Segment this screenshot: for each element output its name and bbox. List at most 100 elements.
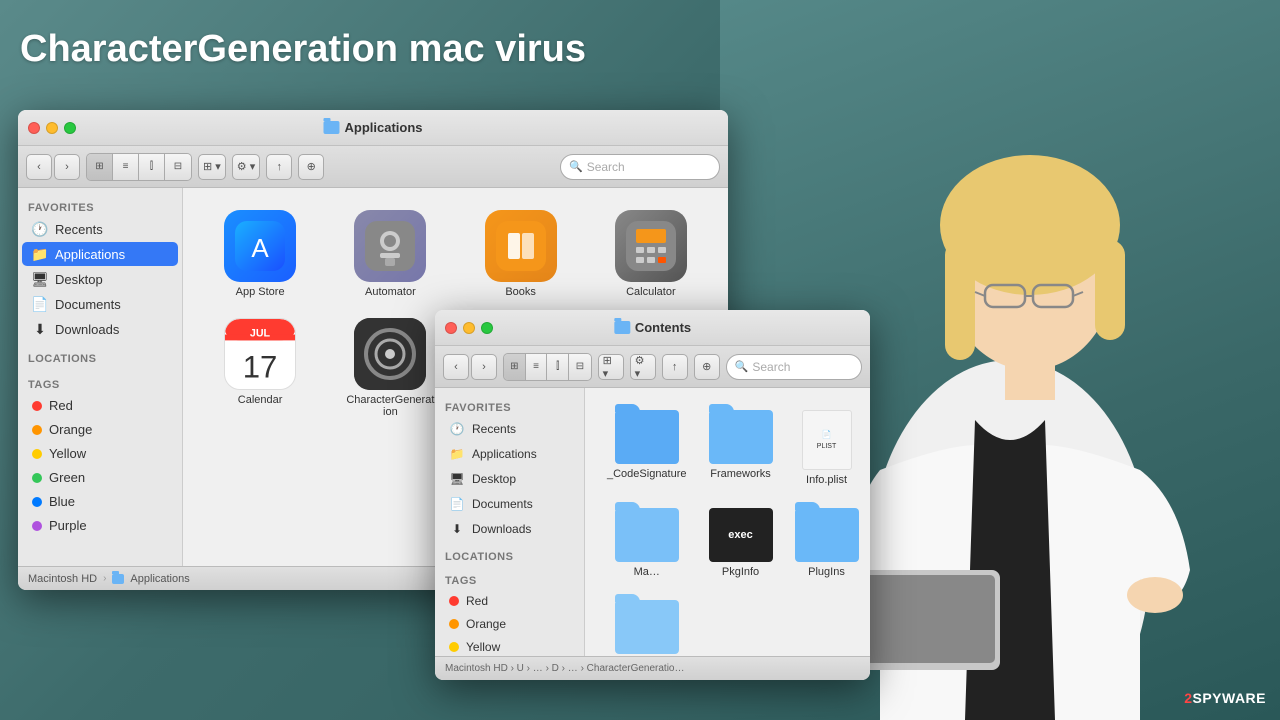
search-bar-2[interactable]: 🔍 Search <box>726 354 862 380</box>
yellow-dot-1 <box>32 449 42 459</box>
column-view-btn-2[interactable]: ⫿ <box>547 354 569 380</box>
window-title-1: Applications <box>323 120 422 135</box>
sidebar-item-recents-1[interactable]: 🕐 Recents <box>22 217 178 241</box>
action-button-1[interactable]: ⚙ ▾ <box>232 154 260 180</box>
orange-dot-2 <box>449 619 459 629</box>
icon-view-btn-2[interactable]: ⊞ <box>504 354 526 380</box>
forward-button-1[interactable]: › <box>54 154 80 180</box>
tag-red-1[interactable]: Red <box>22 394 178 417</box>
sidebar-1: Favorites 🕐 Recents 📁 Applications 🖥 Des… <box>18 188 183 566</box>
tag-orange-2[interactable]: Orange <box>439 613 580 635</box>
app-books[interactable]: Books <box>460 204 582 304</box>
minimize-button-2[interactable] <box>463 322 475 334</box>
favorites-header-1: Favorites <box>18 196 182 216</box>
plugins-label: PlugIns <box>808 566 845 578</box>
folder-icon-2 <box>614 321 630 334</box>
sidebar-item-downloads-1[interactable]: ⬇ Downloads <box>22 317 178 341</box>
appstore-icon: A <box>224 210 296 282</box>
desktop-icon-1: 🖥 <box>32 271 48 287</box>
column-view-btn-1[interactable]: ⫿ <box>139 154 165 180</box>
desktop-icon-2: 🖥 <box>449 471 465 487</box>
minimize-button-1[interactable] <box>46 122 58 134</box>
applications-icon-1: 📁 <box>32 246 48 262</box>
fullscreen-button-1[interactable] <box>64 122 76 134</box>
sidebar-desktop-2[interactable]: 🖥 Desktop <box>439 467 580 491</box>
list-view-btn-1[interactable]: ≡ <box>113 154 139 180</box>
file-plist[interactable]: 📄 PLIST Info.plist <box>789 404 865 492</box>
back-button-1[interactable]: ‹ <box>26 154 52 180</box>
tags-header-2: Tags <box>435 569 584 589</box>
share-button-2[interactable]: ↑ <box>662 354 688 380</box>
list-view-btn-2[interactable]: ≡ <box>526 354 548 380</box>
codesig-label: _CodeSignature <box>607 468 687 480</box>
tag-yellow-1[interactable]: Yellow <box>22 442 178 465</box>
app-appstore[interactable]: A App Store <box>199 204 321 304</box>
plugins-icon <box>795 508 859 562</box>
breadcrumb-applications-1: Applications <box>130 573 189 585</box>
gallery-view-btn-1[interactable]: ⊟ <box>165 154 191 180</box>
close-button-1[interactable] <box>28 122 40 134</box>
folder-frameworks[interactable]: Frameworks <box>703 404 779 492</box>
sidebar-documents-2[interactable]: 📄 Documents <box>439 492 580 516</box>
calendar-label: Calendar <box>238 394 283 406</box>
app-calendar[interactable]: JUL 17 Calendar <box>199 312 321 424</box>
icon-view-btn-1[interactable]: ⊞ <box>87 154 113 180</box>
red-dot-2 <box>449 596 459 606</box>
plist-icon: 📄 PLIST <box>802 410 852 470</box>
breadcrumb-folder-icon-1 <box>112 574 124 584</box>
sidebar-applications-2[interactable]: 📁 Applications <box>439 442 580 466</box>
sidebar-recents-2[interactable]: 🕐 Recents <box>439 417 580 441</box>
fullscreen-button-2[interactable] <box>481 322 493 334</box>
pkginfo-icon: exec <box>709 508 773 562</box>
search-icon-2: 🔍 <box>735 360 749 373</box>
chargen-label: CharacterGeneration <box>345 394 435 418</box>
close-button-2[interactable] <box>445 322 457 334</box>
page-title: CharacterGeneration mac virus <box>20 28 586 71</box>
breadcrumb-2: Macintosh HD › U › … › D › … › Character… <box>445 663 685 674</box>
file-pkginfo[interactable]: exec PkgInfo <box>703 502 779 584</box>
tag-purple-1[interactable]: Purple <box>22 514 178 537</box>
folder-plugins[interactable]: PlugIns <box>789 502 865 584</box>
sidebar-item-applications-1[interactable]: 📁 Applications <box>22 242 178 266</box>
svg-text:A: A <box>251 233 269 263</box>
airdrop-button-2[interactable]: ⊕ <box>694 354 720 380</box>
app-chargen[interactable]: CharacterGeneration <box>329 312 451 424</box>
tag-green-1[interactable]: Green <box>22 466 178 489</box>
share-button-1[interactable]: ↑ <box>266 154 292 180</box>
forward-button-2[interactable]: › <box>471 354 497 380</box>
sidebar-item-desktop-1[interactable]: 🖥 Desktop <box>22 267 178 291</box>
folder-ma[interactable]: Ma… <box>601 502 693 584</box>
airdrop-button-1[interactable]: ⊕ <box>298 154 324 180</box>
app-automator[interactable]: Automator <box>329 204 451 304</box>
folder-codesig[interactable]: _CodeSignature <box>601 404 693 492</box>
calculator-icon <box>615 210 687 282</box>
sidebar-downloads-2[interactable]: ⬇ Downloads <box>439 517 580 541</box>
pkginfo-label: PkgInfo <box>722 566 759 578</box>
automator-icon <box>354 210 426 282</box>
finder-main-2: Favorites 🕐 Recents 📁 Applications 🖥 Des… <box>435 388 870 656</box>
breadcrumb-macintosh-1: Macintosh HD <box>28 573 97 585</box>
tag-blue-1[interactable]: Blue <box>22 490 178 513</box>
gallery-view-btn-2[interactable]: ⊟ <box>569 354 591 380</box>
downloads-icon-1: ⬇ <box>32 321 48 337</box>
locations-header-2: Locations <box>435 545 584 565</box>
automator-label: Automator <box>365 286 416 298</box>
folder-extra[interactable]: … <box>601 594 693 656</box>
view-buttons-1: ⊞ ≡ ⫿ ⊟ <box>86 153 192 181</box>
orange-dot-1 <box>32 425 42 435</box>
green-dot-1 <box>32 473 42 483</box>
locations-header-1: Locations <box>18 347 182 367</box>
calculator-label: Calculator <box>626 286 676 298</box>
app-calculator[interactable]: Calculator <box>590 204 712 304</box>
sort-button-1[interactable]: ⊞ ▾ <box>198 154 226 180</box>
search-bar-1[interactable]: 🔍 Search <box>560 154 720 180</box>
search-icon-1: 🔍 <box>569 160 583 173</box>
tag-red-2[interactable]: Red <box>439 590 580 612</box>
tag-yellow-2[interactable]: Yellow <box>439 636 580 656</box>
red-dot-1 <box>32 401 42 411</box>
sidebar-item-documents-1[interactable]: 📄 Documents <box>22 292 178 316</box>
sort-button-2[interactable]: ⊞ ▾ <box>598 354 624 380</box>
tag-orange-1[interactable]: Orange <box>22 418 178 441</box>
action-button-2[interactable]: ⚙ ▾ <box>630 354 656 380</box>
back-button-2[interactable]: ‹ <box>443 354 469 380</box>
